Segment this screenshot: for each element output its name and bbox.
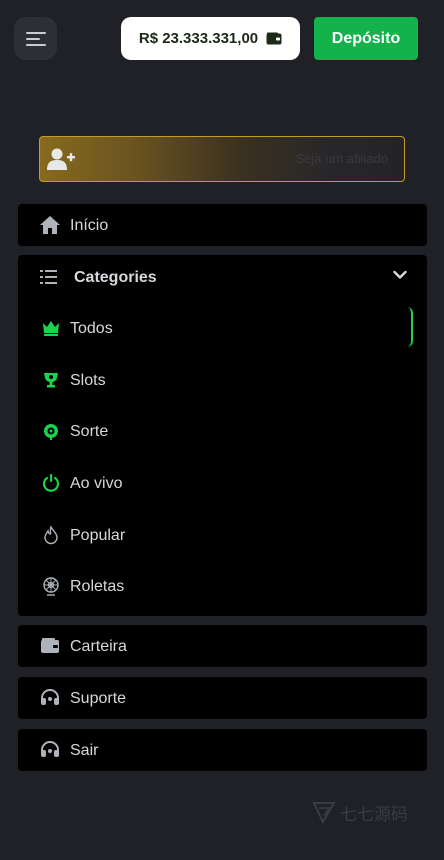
top-header: R$ 23.333.331,00 Depósito — [0, 0, 444, 80]
category-label: Slots — [70, 372, 106, 389]
balance-display[interactable]: R$ 23.333.331,00 — [121, 17, 300, 60]
categories-toggle[interactable]: Categories — [18, 255, 427, 301]
active-indicator — [407, 307, 413, 347]
categories-label: Categories — [74, 269, 157, 286]
category-label: Sorte — [70, 423, 109, 440]
categories-panel: Categories Todos Slots Sorte Ao vivo Pop… — [18, 255, 427, 616]
category-item-todos[interactable]: Todos — [18, 307, 427, 351]
logo-mark-icon — [312, 802, 336, 824]
headset-icon — [39, 687, 61, 709]
category-label: Popular — [70, 527, 126, 544]
category-item-slots[interactable]: Slots — [18, 359, 427, 403]
clover-icon — [44, 424, 58, 440]
roulette-icon — [43, 577, 59, 596]
hamburger-menu-icon — [25, 31, 46, 46]
trophy-icon — [44, 373, 58, 388]
home-icon — [39, 214, 61, 236]
chevron-down-icon — [393, 270, 407, 279]
crown-icon — [43, 321, 59, 336]
deposit-button[interactable]: Depósito — [314, 17, 418, 60]
balance-amount: R$ 23.333.331,00 — [138, 30, 259, 47]
category-label: Ao vivo — [70, 475, 123, 492]
menu-button[interactable] — [14, 17, 57, 60]
list-icon — [40, 270, 57, 284]
watermark-text: 七七源码 — [340, 805, 408, 825]
wallet-icon — [39, 635, 61, 657]
category-item-roletas[interactable]: Roletas — [18, 565, 427, 609]
category-item-popular[interactable]: Popular — [18, 514, 427, 558]
affiliate-banner[interactable]: Seja um afiliado — [39, 136, 405, 182]
nav-item-logout[interactable]: Sair — [18, 729, 427, 771]
user-plus-icon — [47, 148, 75, 170]
nav-label-support: Suporte — [70, 690, 127, 707]
wallet-icon — [266, 32, 282, 45]
nav-label-logout: Sair — [70, 742, 99, 759]
headset-icon — [39, 739, 61, 761]
app-page: R$ 23.333.331,00 Depósito Seja um afilia… — [0, 0, 444, 860]
category-label: Todos — [70, 320, 113, 337]
nav-item-support[interactable]: Suporte — [18, 677, 427, 719]
category-item-sorte[interactable]: Sorte — [18, 410, 427, 454]
category-item-ao-vivo[interactable]: Ao vivo — [18, 462, 427, 506]
nav-label-home: Início — [70, 217, 109, 234]
power-icon — [42, 474, 60, 492]
nav-item-home[interactable]: Início — [18, 204, 427, 246]
flame-icon — [44, 525, 58, 545]
watermark: 七七源码 — [312, 800, 416, 828]
affiliate-label: Seja um afiliado — [295, 151, 389, 166]
nav-item-wallet[interactable]: Carteira — [18, 625, 427, 667]
category-label: Roletas — [70, 578, 125, 595]
nav-label-wallet: Carteira — [70, 638, 127, 655]
